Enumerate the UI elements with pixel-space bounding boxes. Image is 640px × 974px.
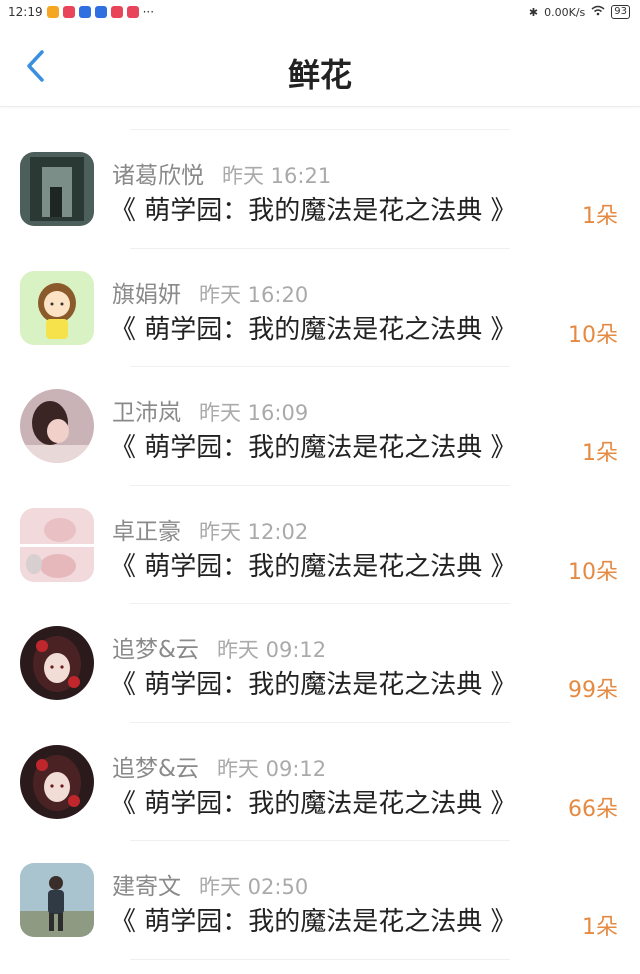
gift-record-list: 诸葛欣悦 昨天 16:21 《 萌学园：我的魔法是花之法典 》 1朵 旗娟妍 昨天 … <box>0 107 640 960</box>
user-name[interactable]: 卫沛岚 <box>112 400 181 426</box>
book-title[interactable]: 《 萌学园：我的魔法是花之法典 》 <box>110 427 517 464</box>
flower-count: 10朵 <box>568 322 618 348</box>
record-meta: 卓正豪 昨天 12:02 <box>112 512 308 546</box>
record-meta: 追梦&云 昨天 09:12 <box>112 749 326 783</box>
notification-app-icon <box>94 6 107 18</box>
list-item[interactable]: 卫沛岚 昨天 16:09 《 萌学园：我的魔法是花之法典 》 1朵 <box>0 367 640 486</box>
clock: 12:19 <box>8 5 43 19</box>
record-meta: 诸葛欣悦 昨天 16:21 <box>112 156 331 190</box>
flower-count: 1朵 <box>582 441 618 466</box>
book-title[interactable]: 《 萌学园：我的魔法是花之法典 》 <box>110 783 517 820</box>
timestamp: 昨天 02:50 <box>199 875 309 899</box>
flower-count: 1朵 <box>582 915 618 940</box>
notification-app-icon <box>46 6 59 18</box>
timestamp: 昨天 12:02 <box>199 519 309 544</box>
notification-app-icon <box>62 6 75 18</box>
list-item[interactable]: 旗娟妍 昨天 16:20 《 萌学园：我的魔法是花之法典 》 10朵 <box>0 249 640 367</box>
list-item[interactable]: 追梦&云 昨天 09:12 《 萌学园：我的魔法是花之法典 》 99朵 <box>0 604 640 723</box>
battery-indicator: 93 <box>611 5 630 19</box>
book-title[interactable]: 《 萌学园：我的魔法是花之法典 》 <box>110 309 517 346</box>
notification-app-icon <box>78 6 91 18</box>
timestamp: 昨天 09:12 <box>216 638 327 662</box>
avatar[interactable] <box>20 863 94 937</box>
avatar[interactable] <box>20 744 94 819</box>
avatar[interactable] <box>20 507 94 582</box>
record-meta: 旗娟妍 昨天 16:20 <box>112 275 308 309</box>
wifi-icon <box>591 5 605 19</box>
book-title[interactable]: 《 萌学园：我的魔法是花之法典 》 <box>110 664 517 701</box>
avatar[interactable] <box>20 152 94 226</box>
avatar[interactable] <box>20 389 94 463</box>
record-meta: 建寄文 昨天 02:50 <box>112 867 308 901</box>
list-item[interactable]: 追梦&云 昨天 09:12 《 萌学园：我的魔法是花之法典 》 66朵 <box>0 723 640 841</box>
page-title: 鲜花 <box>287 56 352 94</box>
header: 鲜花 <box>0 26 640 107</box>
divider <box>130 958 510 960</box>
notification-app-icon <box>126 6 139 18</box>
status-right: ✱ 0.00K/s 93 <box>529 5 630 19</box>
more-notifications-icon: ··· <box>142 5 155 19</box>
list-item[interactable]: 诸葛欣悦 昨天 16:21 《 萌学园：我的魔法是花之法典 》 1朵 <box>0 130 640 249</box>
user-name[interactable]: 诸葛欣悦 <box>112 163 204 189</box>
record-meta: 追梦&云 昨天 09:12 <box>112 630 326 664</box>
book-title[interactable]: 《 萌学园：我的魔法是花之法典 》 <box>110 546 517 583</box>
status-bar: 12:19 ··· ✱ 0.00K/s 93 <box>0 0 640 26</box>
flower-count: 66朵 <box>568 796 618 822</box>
flower-count: 99朵 <box>568 678 618 703</box>
flower-count: 10朵 <box>568 559 618 585</box>
timestamp: 昨天 16:21 <box>222 164 332 188</box>
avatar[interactable] <box>20 270 94 345</box>
avatar[interactable] <box>20 626 94 700</box>
user-name[interactable]: 追梦&云 <box>112 637 199 663</box>
user-name[interactable]: 旗娟妍 <box>112 282 181 308</box>
notification-app-icon <box>110 6 123 18</box>
user-name[interactable]: 建寄文 <box>112 874 181 900</box>
timestamp: 昨天 16:20 <box>199 282 309 307</box>
flower-count: 1朵 <box>582 204 618 229</box>
book-title[interactable]: 《 萌学园：我的魔法是花之法典 》 <box>110 901 517 938</box>
bluetooth-icon: ✱ <box>528 5 539 19</box>
status-left: 12:19 ··· <box>8 5 154 19</box>
user-name[interactable]: 追梦&云 <box>112 756 199 782</box>
list-item[interactable]: 卓正豪 昨天 12:02 《 萌学园：我的魔法是花之法典 》 10朵 <box>0 486 640 604</box>
timestamp: 昨天 16:09 <box>199 401 309 425</box>
network-speed: 0.00K/s <box>544 5 586 19</box>
list-item[interactable]: 建寄文 昨天 02:50 《 萌学园：我的魔法是花之法典 》 1朵 <box>0 841 640 960</box>
timestamp: 昨天 09:12 <box>216 756 327 781</box>
record-meta: 卫沛岚 昨天 16:09 <box>112 393 308 427</box>
user-name[interactable]: 卓正豪 <box>112 519 181 545</box>
book-title[interactable]: 《 萌学园：我的魔法是花之法典 》 <box>110 190 517 227</box>
